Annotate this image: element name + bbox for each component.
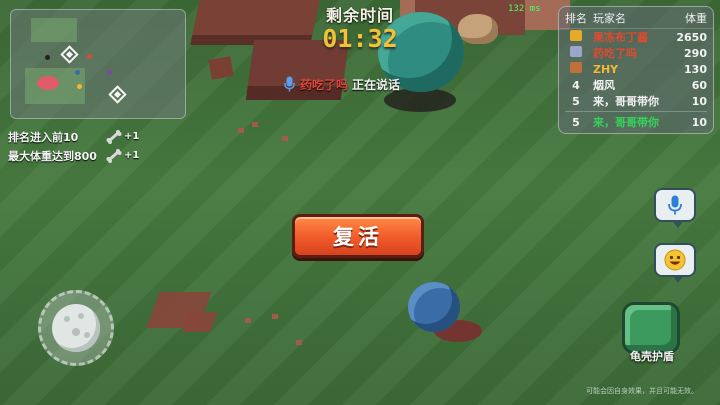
header-rank: 排名 xyxy=(565,11,587,25)
emoji-icon xyxy=(664,249,686,271)
rank-badge xyxy=(565,46,587,60)
player-weight: 130 xyxy=(684,62,707,76)
player-name: ZHY xyxy=(593,62,619,76)
bronze-crown-icon xyxy=(570,62,582,73)
minimap-diamond-icon xyxy=(60,45,79,64)
shell-shield-label: 龟壳护盾 xyxy=(630,350,674,363)
header-weight: 体重 xyxy=(685,11,707,25)
minimap-player-dot xyxy=(87,54,92,59)
timer-label: 剩余时间 xyxy=(325,6,394,25)
gold-crown-icon xyxy=(570,30,582,41)
divider xyxy=(565,111,707,112)
leaderboard-header: 排名 玩家名 体重 xyxy=(559,7,713,29)
voice-status: 正在说话 xyxy=(352,77,401,92)
player-character xyxy=(408,282,460,332)
task-reward: +1 xyxy=(124,131,140,142)
player-weight: 60 xyxy=(691,78,707,92)
minimap[interactable] xyxy=(10,9,186,119)
emoji-button[interactable] xyxy=(654,243,696,283)
task-list: 排名进入前10 +1 最大体重达到800 +1 xyxy=(8,127,139,165)
bone-icon xyxy=(106,129,122,144)
turtle-shell-icon xyxy=(622,302,680,354)
player-weight: 290 xyxy=(684,46,707,60)
leaderboard: 排名 玩家名 体重 果冻布丁酱 2650 药吃了吗 290 ZHY 130 4 … xyxy=(558,6,714,134)
minimap-zone xyxy=(37,76,59,90)
task-item: 最大体重达到800 +1 xyxy=(8,146,139,165)
minimap-player-dot xyxy=(45,55,50,60)
voice-chat-button[interactable] xyxy=(654,188,696,228)
player-name: 果冻布丁酱 xyxy=(593,31,648,44)
player-weight: 2650 xyxy=(676,30,707,44)
task-label: 排名进入前10 xyxy=(8,130,79,144)
microphone-icon xyxy=(282,75,296,93)
shell-shield-button[interactable]: 龟壳护盾 xyxy=(616,300,688,364)
leaderboard-row: ZHY 130 xyxy=(559,61,713,77)
voice-speaker: 药吃了吗 xyxy=(300,77,349,92)
movement-joystick[interactable] xyxy=(38,290,114,366)
pebble xyxy=(296,340,302,345)
self-rank: 5 xyxy=(572,115,580,129)
ping-readout: 132 ms xyxy=(508,4,541,14)
minimap-player-dot xyxy=(77,84,82,89)
revive-button[interactable]: 复活 xyxy=(292,214,424,258)
rank-badge xyxy=(565,30,587,44)
player-weight: 10 xyxy=(691,94,707,108)
bone-icon xyxy=(106,148,122,163)
player-rank: 4 xyxy=(572,78,580,92)
minimap-diamond-icon xyxy=(108,85,127,104)
minimap-player-dot xyxy=(107,70,112,75)
rock xyxy=(208,56,234,80)
rank-badge xyxy=(565,62,587,76)
leaderboard-row: 5 来，哥哥带你 10 xyxy=(559,93,713,109)
joystick-knob[interactable] xyxy=(52,304,100,352)
pebble xyxy=(245,318,251,323)
minimap-terrain xyxy=(31,18,77,42)
microphone-icon xyxy=(668,195,682,215)
match-timer: 剩余时间 01:32 xyxy=(300,2,420,52)
silver-crown-icon xyxy=(570,46,582,57)
leaderboard-row: 果冻布丁酱 2650 xyxy=(559,29,713,45)
dirt-patch xyxy=(182,312,218,332)
leaderboard-row: 4 烟风 60 xyxy=(559,77,713,93)
task-item: 排名进入前10 +1 xyxy=(8,127,139,146)
boulder xyxy=(458,14,498,44)
player-name: 来，哥哥带你 xyxy=(593,95,659,108)
timer-value: 01:32 xyxy=(322,24,398,53)
player-name: 药吃了吗 xyxy=(593,47,637,60)
task-reward: +1 xyxy=(124,150,140,161)
leaderboard-self-row: 5 来，哥哥带你 10 xyxy=(559,114,713,130)
footer-note: 可能会因自身效果，并且可能无效。 xyxy=(586,387,698,395)
pebble xyxy=(272,314,278,319)
pebble xyxy=(282,136,288,141)
self-name: 来，哥哥带你 xyxy=(593,116,659,129)
pebble xyxy=(238,128,244,133)
self-weight: 10 xyxy=(691,115,707,129)
header-player: 玩家名 xyxy=(593,11,626,25)
leaderboard-row: 药吃了吗 290 xyxy=(559,45,713,61)
pebble xyxy=(252,122,258,127)
minimap-player-dot xyxy=(75,70,80,75)
player-name: 烟风 xyxy=(593,79,615,92)
player-rank: 5 xyxy=(572,94,580,108)
voice-indicator: 药吃了吗 正在说话 xyxy=(282,74,400,94)
task-label: 最大体重达到800 xyxy=(8,149,97,163)
